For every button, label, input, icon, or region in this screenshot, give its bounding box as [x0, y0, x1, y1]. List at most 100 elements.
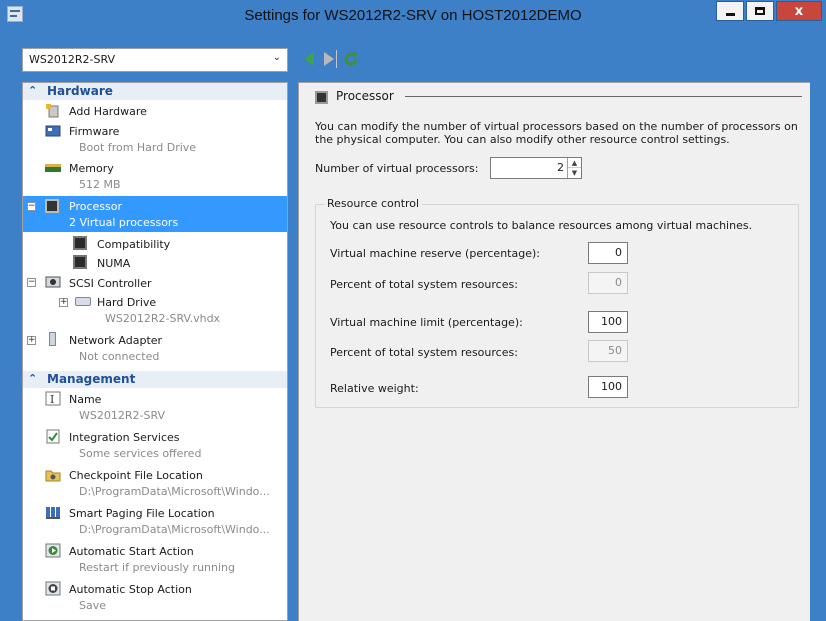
expand-node-icon[interactable]: + — [27, 336, 36, 345]
tree-item-compatibility[interactable]: Compatibility — [23, 235, 287, 253]
tree-item-memory[interactable]: Memory 512 MB — [23, 158, 287, 194]
tree-item-label: Memory — [69, 162, 114, 175]
window-title: Settings for WS2012R2-SRV on HOST2012DEM… — [244, 7, 582, 24]
tree-item-scsi-controller[interactable]: − SCSI Controller — [23, 274, 287, 292]
tree-item-sublabel: Not connected — [79, 350, 160, 363]
collapse-section-icon: ⌃ — [28, 372, 38, 385]
tree-item-label: Firmware — [69, 125, 120, 138]
maximize-icon — [755, 7, 765, 15]
maximize-button[interactable] — [746, 1, 774, 21]
tree-item-sublabel: D:\ProgramData\Microsoft\Windo... — [79, 523, 270, 536]
tree-item-hard-drive[interactable]: + Hard Drive WS2012R2-SRV.vhdx — [23, 293, 287, 329]
tree-item-label: Automatic Start Action — [69, 545, 194, 558]
stepper-buttons[interactable]: ▲ ▼ — [567, 158, 581, 178]
stepper-up-icon[interactable]: ▲ — [568, 158, 581, 168]
tree-item-label: NUMA — [97, 257, 131, 270]
virtual-processors-value: 2 — [557, 161, 564, 174]
stepper-down-icon[interactable]: ▼ — [568, 168, 581, 178]
tree-item-sublabel: 2 Virtual processors — [69, 216, 179, 229]
tree-item-label: Automatic Stop Action — [69, 583, 192, 596]
pane-title: Processor — [336, 89, 394, 103]
virtual-processors-label: Number of virtual processors: — [315, 162, 479, 175]
tree-item-label: Integration Services — [69, 431, 180, 444]
tree-item-sublabel: WS2012R2-SRV — [79, 409, 166, 422]
minimize-button[interactable] — [716, 1, 744, 21]
tree-item-sublabel: Restart if previously running — [79, 561, 235, 574]
tree-item-label: Smart Paging File Location — [69, 507, 215, 520]
title-bar[interactable]: Settings for WS2012R2-SRV on HOST2012DEM… — [0, 0, 826, 30]
tree-item-label: Processor — [69, 200, 122, 213]
processor-icon — [315, 91, 328, 104]
tree-item-sublabel: Boot from Hard Drive — [79, 141, 197, 154]
limit-input[interactable]: 100 — [588, 311, 628, 333]
processor-settings-pane: Processor You can modify the number of v… — [298, 82, 810, 621]
hardware-section-header[interactable]: ⌃ Hardware — [23, 83, 287, 100]
svg-text:I: I — [50, 393, 54, 406]
tree-item-name[interactable]: I Name WS2012R2-SRV — [23, 390, 287, 426]
reserve-input[interactable]: 0 — [588, 242, 628, 264]
tree-item-label: Checkpoint File Location — [69, 469, 203, 482]
automatic-start-icon — [45, 543, 61, 558]
reserve-total-label: Percent of total system resources: — [330, 278, 518, 291]
chevron-down-icon: ⌄ — [272, 52, 281, 63]
scsi-controller-icon — [45, 276, 61, 288]
tree-item-sublabel: Some services offered — [79, 447, 202, 460]
pane-description: You can modify the number of virtual pro… — [315, 120, 798, 146]
close-button[interactable]: x — [776, 1, 822, 21]
tree-item-label: SCSI Controller — [69, 277, 152, 290]
close-icon: x — [794, 3, 804, 19]
tree-item-processor[interactable]: − Processor 2 Virtual processors — [23, 196, 287, 232]
name-field-icon: I — [45, 391, 61, 406]
smart-paging-icon — [46, 507, 60, 519]
forward-arrow-icon[interactable] — [324, 52, 334, 66]
tree-item-integration-services[interactable]: Integration Services Some services offer… — [23, 428, 287, 464]
tree-item-add-hardware[interactable]: Add Hardware — [23, 102, 287, 120]
tree-item-numa[interactable]: NUMA — [23, 254, 287, 272]
tree-item-network-adapter[interactable]: + Network Adapter Not connected — [23, 331, 287, 367]
reserve-label: Virtual machine reserve (percentage): — [330, 247, 540, 260]
pane-title-divider — [405, 96, 802, 97]
management-section-header[interactable]: ⌃ Management — [23, 371, 287, 388]
collapse-node-icon[interactable]: − — [27, 202, 36, 211]
tree-item-automatic-stop-action[interactable]: Automatic Stop Action Save — [23, 580, 287, 616]
network-adapter-icon — [49, 332, 56, 346]
vm-selector-dropdown[interactable]: WS2012R2-SRV ⌄ — [22, 48, 288, 72]
refresh-icon[interactable] — [342, 50, 360, 68]
expand-node-icon[interactable]: + — [59, 298, 68, 307]
automatic-stop-icon — [45, 581, 61, 596]
resource-control-title: Resource control — [324, 197, 423, 210]
collapse-node-icon[interactable]: − — [27, 278, 36, 287]
tree-item-smart-paging-location[interactable]: Smart Paging File Location D:\ProgramDat… — [23, 504, 287, 540]
settings-tree: ⌃ Hardware Add Hardware Firmware Boot fr… — [22, 82, 288, 621]
back-arrow-icon[interactable] — [304, 52, 314, 66]
tree-item-sublabel: WS2012R2-SRV.vhdx — [105, 312, 221, 325]
relative-weight-label: Relative weight: — [330, 382, 419, 395]
processor-icon — [45, 199, 59, 213]
tree-item-label: Network Adapter — [69, 334, 163, 347]
tree-item-label: Compatibility — [97, 238, 171, 251]
nav-separator — [336, 50, 337, 68]
tree-item-firmware[interactable]: Firmware Boot from Hard Drive — [23, 121, 287, 157]
firmware-icon — [45, 125, 61, 137]
resource-control-group: Resource control You can use resource co… — [315, 197, 799, 408]
processor-icon — [73, 255, 87, 269]
tree-item-label: Name — [69, 393, 102, 406]
tree-item-sublabel: D:\ProgramData\Microsoft\Windo... — [79, 485, 270, 498]
tree-item-sublabel: 512 MB — [79, 178, 121, 191]
hard-drive-icon — [75, 297, 91, 306]
hardware-header-label: Hardware — [47, 84, 113, 98]
resource-control-description: You can use resource controls to balance… — [330, 219, 753, 232]
minimize-icon — [725, 12, 735, 16]
tree-item-automatic-start-action[interactable]: Automatic Start Action Restart if previo… — [23, 542, 287, 578]
memory-icon — [45, 164, 61, 172]
tree-item-label: Add Hardware — [69, 105, 147, 118]
limit-total-label: Percent of total system resources: — [330, 346, 518, 359]
virtual-processors-stepper[interactable]: 2 ▲ ▼ — [490, 157, 582, 179]
checkpoint-folder-icon — [45, 470, 61, 482]
tree-item-checkpoint-location[interactable]: Checkpoint File Location D:\ProgramData\… — [23, 466, 287, 502]
collapse-section-icon: ⌃ — [28, 84, 38, 97]
add-hardware-icon — [46, 104, 59, 118]
tree-item-label: Hard Drive — [97, 296, 157, 309]
relative-weight-input[interactable]: 100 — [588, 376, 628, 398]
integration-services-icon — [46, 429, 60, 444]
